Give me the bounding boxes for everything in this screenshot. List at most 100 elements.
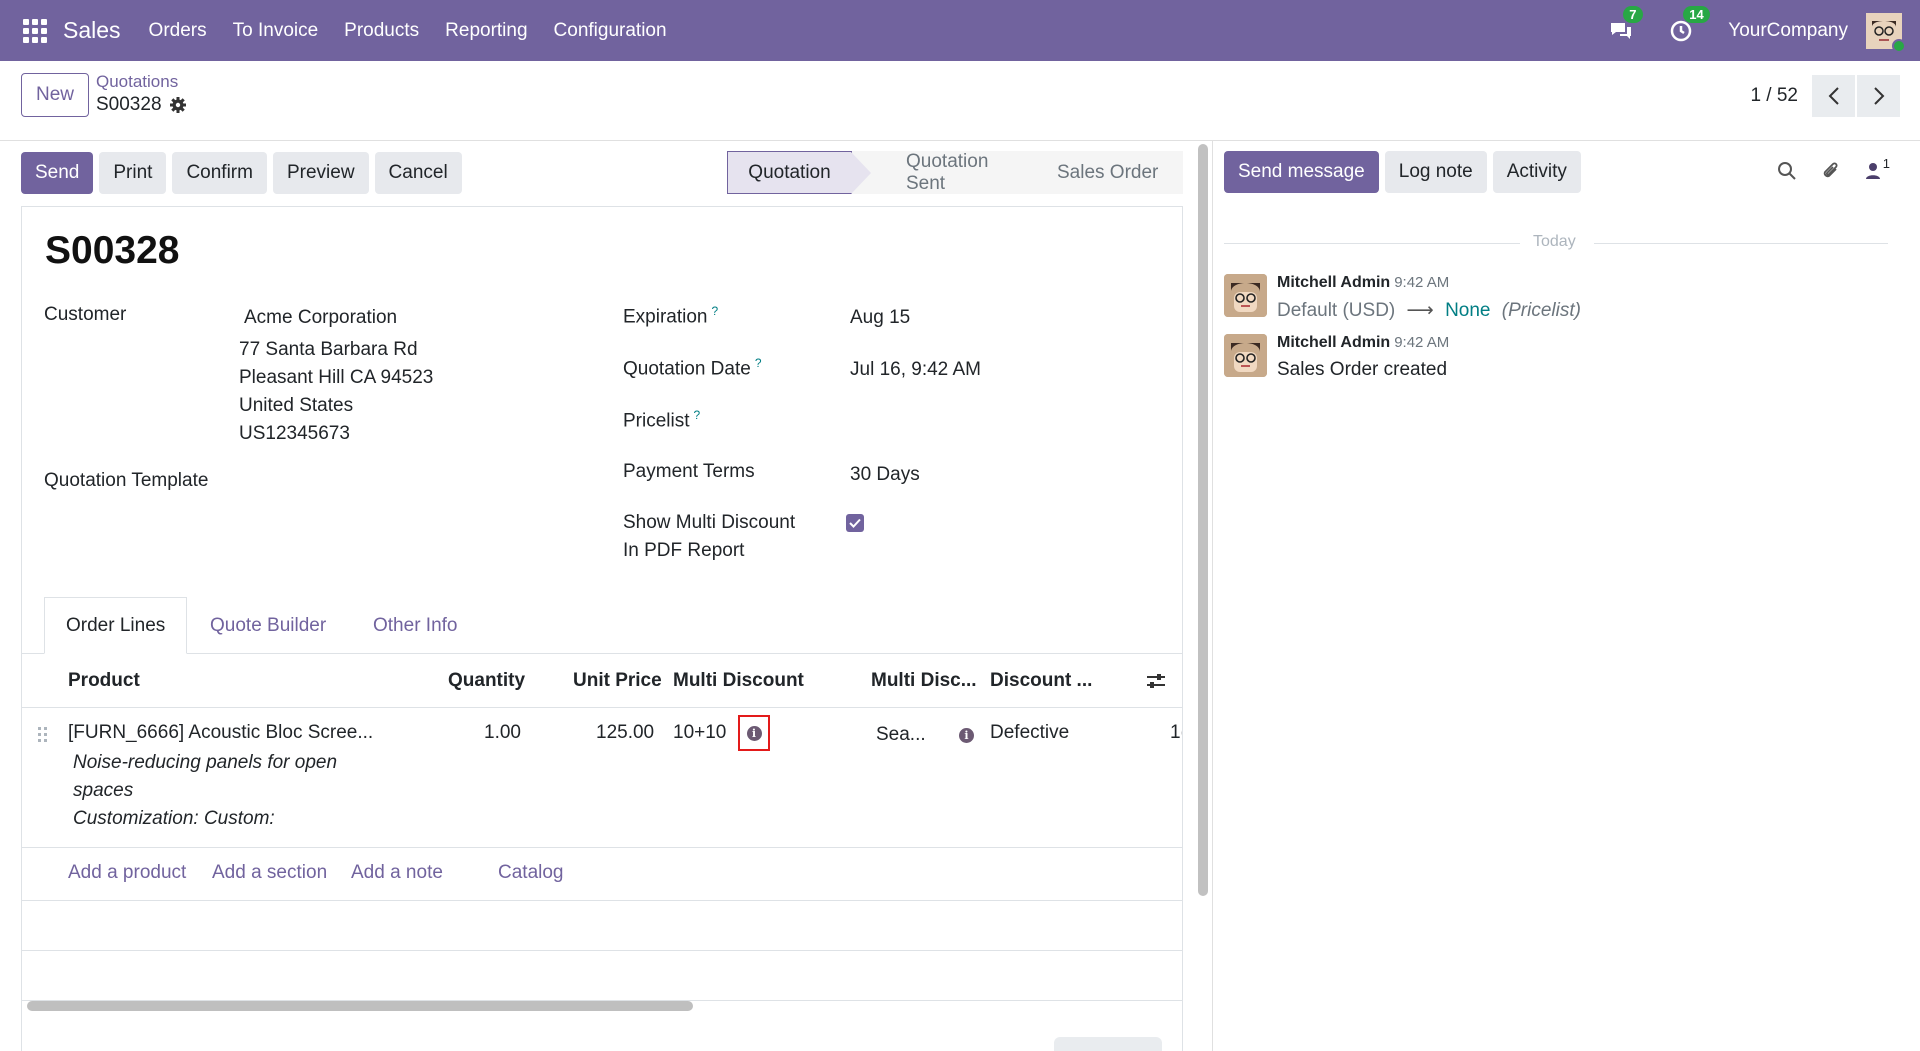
tab-order-lines[interactable]: Order Lines (44, 597, 188, 654)
help-icon[interactable]: ? (712, 304, 719, 318)
message-time: 9:42 AM (1394, 274, 1450, 291)
quotation-date-label: Quotation Date? (623, 356, 762, 380)
multi-discount-pdf-checkbox[interactable] (846, 514, 864, 532)
new-button[interactable]: New (21, 73, 89, 117)
gear-icon[interactable] (169, 97, 186, 113)
info-icon[interactable]: i (959, 728, 974, 743)
messaging-icon[interactable]: 7 (1608, 5, 1643, 44)
menu-to-invoice[interactable]: To Invoice (233, 20, 319, 42)
stage-quotation[interactable]: Quotation (727, 151, 873, 194)
arrow-right-icon: ⟶ (1406, 300, 1434, 321)
chatter-tools: 1 (1777, 156, 1890, 182)
add-note-link[interactable]: Add a note (351, 862, 443, 884)
row-multi-disc-name[interactable]: Sea... (876, 724, 926, 746)
menu-orders[interactable]: Orders (149, 20, 207, 42)
app-brand[interactable]: Sales (63, 17, 121, 44)
stage-quotation-sent[interactable]: Quotation Sent (852, 151, 1048, 194)
column-product[interactable]: Product (68, 670, 140, 692)
search-icon[interactable] (1777, 161, 1797, 181)
form-action-buttons: Send Print Confirm Preview Cancel (21, 152, 462, 194)
catalog-button[interactable]: Catalog (498, 862, 564, 884)
address-line-3: United States (239, 395, 354, 416)
message-author: Mitchell Admin 9:42 AM (1277, 274, 1449, 292)
print-button[interactable]: Print (99, 152, 167, 194)
pager-next-button[interactable] (1857, 75, 1900, 117)
customer-name[interactable]: Acme Corporation (244, 307, 397, 329)
followers-count: 1 (1882, 156, 1890, 171)
status-bar: Quotation Quotation Sent Sales Order (727, 151, 1183, 194)
row-discount-reason[interactable]: Defective (990, 722, 1069, 744)
expiration-value[interactable]: Aug 15 (850, 307, 910, 329)
row-description-2: spaces (73, 780, 134, 801)
chevron-left-icon (1828, 87, 1839, 105)
send-message-button[interactable]: Send message (1224, 151, 1379, 193)
payment-terms-value[interactable]: 30 Days (850, 464, 920, 486)
user-icon (1865, 163, 1880, 179)
cancel-button[interactable]: Cancel (374, 152, 462, 194)
row-description-3: Customization: Custom: (73, 808, 275, 829)
info-icon: i (746, 725, 762, 741)
confirm-button[interactable]: Confirm (172, 152, 267, 194)
horizontal-scrollbar[interactable] (27, 1001, 693, 1011)
row-quantity[interactable]: 1.00 (484, 722, 521, 744)
pager-value[interactable]: 1 / 52 (1750, 85, 1798, 107)
add-section-link[interactable]: Add a section (212, 862, 327, 884)
company-switcher[interactable]: YourCompany (1728, 20, 1848, 42)
author-name[interactable]: Mitchell Admin (1277, 334, 1390, 351)
breadcrumb-current: S00328 (96, 94, 162, 115)
activities-badge: 14 (1683, 5, 1710, 23)
help-icon[interactable]: ? (755, 356, 762, 370)
message-time: 9:42 AM (1394, 334, 1450, 351)
empty-row (22, 901, 1182, 951)
column-quantity[interactable]: Quantity (448, 670, 525, 692)
notebook-tabs: Order Lines Quote Builder Other Info (22, 597, 1182, 654)
pager-previous-button[interactable] (1812, 75, 1855, 117)
date-separator-label: Today (1533, 233, 1576, 250)
author-avatar[interactable] (1224, 274, 1267, 317)
form-vertical-scrollbar[interactable] (1198, 144, 1208, 896)
log-note-button[interactable]: Log note (1384, 151, 1487, 193)
drag-handle-icon[interactable] (38, 727, 47, 742)
form-sheet: S00328 Customer Acme Corporation 77 Sant… (21, 206, 1183, 1051)
add-product-link[interactable]: Add a product (68, 862, 186, 884)
expiration-label-text: Expiration (623, 306, 708, 328)
row-overflow-value: 1( (1170, 722, 1182, 743)
row-multi-discount[interactable]: 10+10 (673, 722, 726, 744)
author-avatar[interactable] (1224, 334, 1267, 377)
paperclip-icon[interactable] (1821, 160, 1841, 182)
pricelist-label-text: Pricelist (623, 410, 690, 432)
chatter-divider (1212, 141, 1213, 1051)
send-button[interactable]: Send (21, 152, 94, 194)
author-name[interactable]: Mitchell Admin (1277, 274, 1390, 291)
quotation-date-value[interactable]: Jul 16, 9:42 AM (850, 359, 981, 381)
stage-sales-order[interactable]: Sales Order (1027, 151, 1183, 194)
column-multi-disc-name[interactable]: Multi Disc... (871, 670, 977, 692)
add-line-row: Add a product Add a section Add a note C… (22, 848, 1182, 901)
activity-clock-icon[interactable]: 14 (1668, 5, 1710, 44)
row-unit-price[interactable]: 125.00 (596, 722, 654, 744)
pager: 1 / 52 (1750, 75, 1900, 117)
breadcrumb-quotations[interactable]: Quotations (96, 72, 186, 92)
column-unit-price[interactable]: Unit Price (573, 670, 662, 692)
followers-button[interactable]: 1 (1865, 156, 1890, 180)
column-multi-discount[interactable]: Multi Discount (673, 670, 804, 692)
address-line-2: Pleasant Hill CA 94523 (239, 367, 434, 388)
row-product[interactable]: [FURN_6666] Acoustic Bloc Scree... (68, 722, 373, 744)
optional-columns-toggle-icon[interactable] (1146, 672, 1166, 690)
tab-other-info[interactable]: Other Info (373, 597, 458, 654)
stage-sales-order-label: Sales Order (1057, 161, 1159, 183)
tracking-new-value: None (1445, 300, 1491, 321)
stage-arrow-fill (851, 152, 871, 194)
user-avatar[interactable] (1866, 12, 1906, 53)
menu-reporting[interactable]: Reporting (445, 20, 527, 42)
help-icon[interactable]: ? (694, 408, 701, 422)
menu-configuration[interactable]: Configuration (554, 20, 667, 42)
column-discount-reason[interactable]: Discount ... (990, 670, 1092, 692)
multi-discount-info-button[interactable]: i (738, 715, 770, 751)
activity-button[interactable]: Activity (1492, 151, 1581, 193)
tab-quote-builder[interactable]: Quote Builder (210, 597, 326, 654)
menu-products[interactable]: Products (344, 20, 419, 42)
apps-menu-icon[interactable] (23, 18, 47, 43)
table-row[interactable]: [FURN_6666] Acoustic Bloc Scree... Noise… (22, 708, 1182, 848)
preview-button[interactable]: Preview (272, 152, 369, 194)
